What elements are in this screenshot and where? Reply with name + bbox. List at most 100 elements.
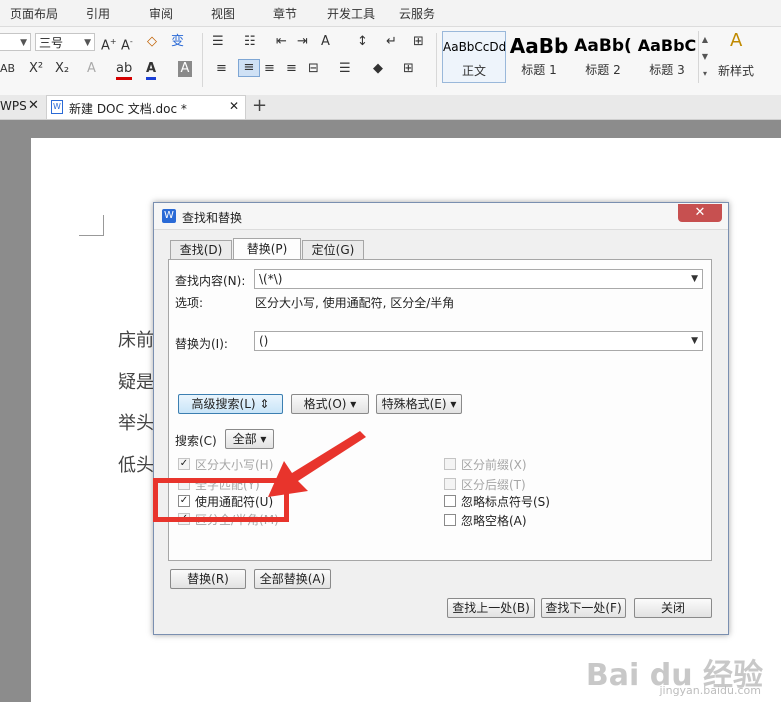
ribbon: ▼ 三号 ▼ A+ A- ◇ 变 ☰ ☷ ⇤ ⇥ A ↕ ↵ ⊞ AB X² X₂… xyxy=(0,27,781,96)
border-icon[interactable]: ⊞ xyxy=(403,61,414,77)
options-label: 选项: xyxy=(175,296,204,310)
ignore-punct-label[interactable]: 忽略标点符号(S) xyxy=(461,493,550,510)
char-shading-icon[interactable]: A xyxy=(178,61,192,77)
find-previous-button[interactable]: 查找上一处(B) xyxy=(447,598,535,618)
close-button[interactable]: ✕ xyxy=(678,204,722,222)
decrease-indent-icon[interactable]: ⇤ xyxy=(276,34,287,50)
font-size-value: 三号 xyxy=(39,36,64,50)
clear-format-icon[interactable]: ◇ xyxy=(147,34,157,50)
special-format-label: 特殊格式(E) xyxy=(381,397,447,411)
style-name: 标题 1 xyxy=(521,63,557,77)
menu-references[interactable]: 引用 xyxy=(86,5,110,22)
replace-value: () xyxy=(259,334,269,348)
style-heading-3[interactable]: AaBbC 标题 3 xyxy=(636,31,698,81)
font-name-combo[interactable]: ▼ xyxy=(0,33,31,51)
new-style-label[interactable]: 新样式 xyxy=(718,63,754,79)
replace-button[interactable]: 替换(R) xyxy=(170,569,246,589)
advanced-search-label: 高级搜索(L) xyxy=(191,397,256,411)
dialog-title: 查找和替换 xyxy=(182,211,243,225)
tab-active-document[interactable]: W 新建 DOC 文档.doc * ✕ xyxy=(46,95,246,119)
phonetic-icon[interactable]: 变 xyxy=(171,34,184,50)
close-icon[interactable]: ✕ xyxy=(28,98,39,113)
poem-line: 疑是 xyxy=(118,372,154,393)
toggle-icon: ⇕ xyxy=(259,397,270,411)
new-tab-plus-icon[interactable]: + xyxy=(252,95,267,116)
style-scroll[interactable]: ▲ ▼ ▾ xyxy=(698,31,711,83)
replace-input[interactable]: () ▼ xyxy=(254,331,703,351)
chevron-down-icon: ▼ xyxy=(20,38,27,48)
ignore-space-label[interactable]: 忽略空格(A) xyxy=(461,512,527,529)
document-tab-bar: WPS ✕ W 新建 DOC 文档.doc * ✕ + xyxy=(0,95,781,120)
find-input[interactable]: \(*\) ▼ xyxy=(254,269,703,289)
new-style-icon[interactable]: A xyxy=(730,32,742,50)
match-suffix-checkbox xyxy=(444,478,456,490)
chevron-down-icon[interactable]: ▼ xyxy=(691,270,698,288)
style-heading-2[interactable]: AaBb( 标题 2 xyxy=(572,31,634,81)
advanced-search-button[interactable]: 高级搜索(L) ⇕ xyxy=(178,394,283,414)
strikethrough-icon[interactable]: AB xyxy=(0,61,15,77)
divider xyxy=(436,33,437,87)
table-icon[interactable]: ⊞ xyxy=(413,34,424,50)
style-name: 标题 3 xyxy=(649,63,685,77)
highlight-color-icon[interactable]: ab xyxy=(116,61,133,80)
replace-all-button[interactable]: 全部替换(A) xyxy=(254,569,331,589)
bullet-list-icon[interactable]: ☰ xyxy=(212,34,224,50)
menu-view[interactable]: 视图 xyxy=(211,5,235,22)
text-direction-icon[interactable]: A xyxy=(321,34,330,50)
increase-indent-icon[interactable]: ⇥ xyxy=(297,34,308,50)
tab-find[interactable]: 查找(D) xyxy=(170,240,232,259)
justify-icon[interactable]: ≡ xyxy=(286,61,297,77)
sort-icon[interactable]: ↕ xyxy=(357,34,368,50)
tab-prev[interactable]: WPS xyxy=(0,99,27,113)
match-prefix-label: 区分前缀(X) xyxy=(461,458,527,472)
font-color-icon[interactable]: A xyxy=(146,61,157,80)
search-scope-label: 搜索(C) xyxy=(175,434,217,448)
align-right-icon[interactable]: ≡ xyxy=(264,61,275,77)
tab-goto[interactable]: 定位(G) xyxy=(302,240,364,259)
poem-line: 低头 xyxy=(118,455,154,476)
menu-page-layout[interactable]: 页面布局 xyxy=(10,5,58,22)
style-normal[interactable]: AaBbCcDd 正文 xyxy=(442,31,506,83)
show-marks-icon[interactable]: ↵ xyxy=(386,34,397,50)
menu-cloud[interactable]: 云服务 xyxy=(399,5,435,22)
find-label: 查找内容(N): xyxy=(175,274,246,288)
poem-line: 举头 xyxy=(118,413,154,434)
ignore-space-checkbox[interactable] xyxy=(444,514,456,526)
watermark: Bai du 经验 jingyan.baidu.com xyxy=(586,650,763,697)
close-dialog-button[interactable]: 关闭 xyxy=(634,598,712,618)
distributed-icon[interactable]: ⊟ xyxy=(308,61,319,77)
replace-label: 替换为(I): xyxy=(175,337,228,351)
grow-font-icon[interactable]: A+ xyxy=(101,34,117,54)
dialog-title-bar[interactable]: W 查找和替换 ✕ xyxy=(154,203,728,230)
tab-replace[interactable]: 替换(P) xyxy=(233,238,301,260)
shrink-font-icon[interactable]: A- xyxy=(121,34,133,54)
chevron-down-icon[interactable]: ▼ xyxy=(691,332,698,350)
line-spacing-icon[interactable]: ☰ xyxy=(339,61,351,77)
style-sample: AaBb( xyxy=(574,36,632,56)
menu-chapter[interactable]: 章节 xyxy=(273,5,297,22)
align-left-icon[interactable]: ≡ xyxy=(216,61,227,77)
subscript-icon[interactable]: X₂ xyxy=(55,61,69,77)
style-sample: AaBbC xyxy=(637,36,697,55)
align-center-icon[interactable]: ≡ xyxy=(238,59,260,77)
find-next-button[interactable]: 查找下一处(F) xyxy=(541,598,626,618)
menu-developer[interactable]: 开发工具 xyxy=(327,5,375,22)
shading-icon[interactable]: ◆ xyxy=(373,61,383,77)
options-value: 区分大小写, 使用通配符, 区分全/半角 xyxy=(255,296,455,310)
font-size-combo[interactable]: 三号 ▼ xyxy=(35,33,95,51)
text-effect-icon[interactable]: A xyxy=(87,61,96,77)
match-suffix-label: 区分后缀(T) xyxy=(461,478,526,492)
close-icon[interactable]: ✕ xyxy=(229,99,239,113)
ignore-punct-checkbox[interactable] xyxy=(444,495,456,507)
style-name: 正文 xyxy=(461,64,486,78)
special-format-button[interactable]: 特殊格式(E) ▾ xyxy=(376,394,462,414)
numbered-list-icon[interactable]: ☷ xyxy=(244,34,256,50)
wps-logo-icon: W xyxy=(162,209,176,223)
annotation-arrow xyxy=(268,431,366,497)
format-button[interactable]: 格式(O) ▾ xyxy=(291,394,369,414)
style-sample: AaBbCcDd xyxy=(443,40,505,54)
style-heading-1[interactable]: AaBb 标题 1 xyxy=(508,31,570,81)
superscript-icon[interactable]: X² xyxy=(29,61,43,77)
chevron-down-icon: ▾ xyxy=(350,397,357,411)
menu-review[interactable]: 审阅 xyxy=(149,5,173,22)
